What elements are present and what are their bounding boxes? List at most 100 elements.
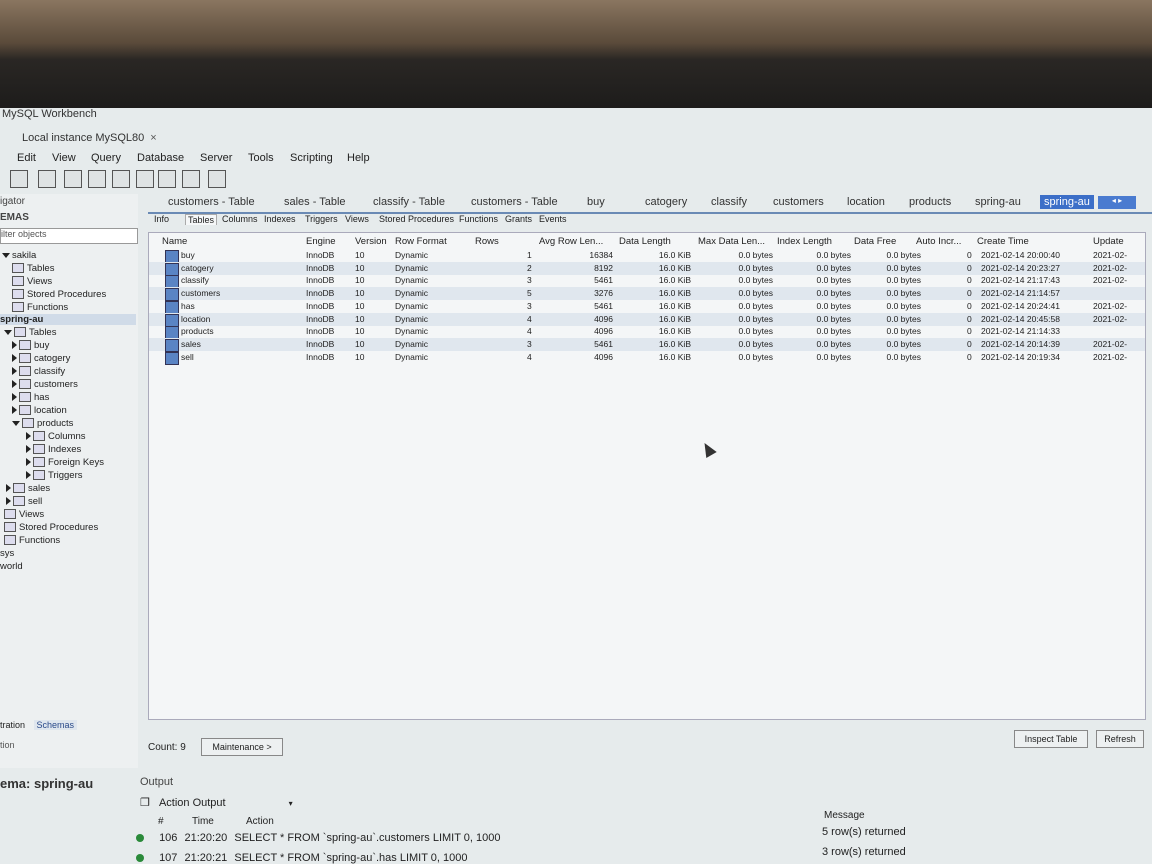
expand-arrow-icon[interactable] [26, 458, 31, 467]
tree-table-has[interactable]: has [12, 392, 49, 403]
subtab-views[interactable]: Views [345, 214, 369, 224]
menu-database[interactable]: Database [137, 152, 184, 164]
doc-tab-customers-table-2[interactable]: customers - Table [471, 196, 558, 208]
tree-table-buy[interactable]: buy [12, 340, 49, 351]
menu-server[interactable]: Server [200, 152, 232, 164]
close-icon[interactable]: × [150, 132, 156, 144]
information-tab[interactable]: tion [0, 740, 15, 750]
tree-schema-sys[interactable]: sys [0, 548, 14, 559]
tree-table-location[interactable]: location [12, 405, 67, 416]
tab-schemas[interactable]: Schemas [33, 720, 78, 730]
tree-folder-functions[interactable]: Functions [4, 535, 60, 546]
expand-arrow-icon[interactable] [12, 380, 17, 389]
tree-folder-views[interactable]: Views [12, 276, 52, 287]
action-output-selector[interactable]: ❐ Action Output ▾ [140, 796, 293, 809]
menu-scripting[interactable]: Scripting [290, 152, 333, 164]
table-row[interactable]: customers InnoDB 10 Dynamic 5 3276 16.0 KiB 0.0… [149, 287, 1145, 302]
tree-columns[interactable]: Columns [26, 431, 86, 442]
inspector-icon[interactable] [64, 170, 82, 188]
column-header[interactable]: Auto Incr... [916, 236, 961, 247]
column-header[interactable]: Row Format [395, 236, 447, 247]
create-schema-icon[interactable] [88, 170, 106, 188]
expand-arrow-icon[interactable] [12, 406, 17, 415]
collapse-arrow-icon[interactable] [4, 329, 12, 335]
table-row[interactable]: sell InnoDB 10 Dynamic 4 4096 16.0 KiB 0.0 byte… [149, 351, 1145, 365]
tree-schema-spring-au[interactable]: spring-au [0, 314, 136, 325]
doc-tab-customers-table[interactable]: customers - Table [168, 196, 255, 208]
inspect-table-button[interactable]: Inspect Table [1014, 730, 1088, 748]
doc-tab-sales-table[interactable]: sales - Table [284, 196, 346, 208]
menu-view[interactable]: View [52, 152, 76, 164]
expand-arrow-icon[interactable] [6, 484, 11, 493]
create-table-icon[interactable] [112, 170, 130, 188]
expand-arrow-icon[interactable] [12, 354, 17, 363]
tree-triggers[interactable]: Triggers [26, 470, 83, 481]
tab-administration[interactable]: tration [0, 720, 25, 730]
filter-input[interactable]: ilter objects [0, 228, 138, 244]
column-header[interactable]: Version [355, 236, 387, 247]
tree-folder-functions[interactable]: Functions [12, 302, 68, 313]
column-header[interactable]: Update [1093, 236, 1124, 247]
menu-edit[interactable]: Edit [17, 152, 36, 164]
tree-indexes[interactable]: Indexes [26, 444, 81, 455]
subtab-info[interactable]: Info [154, 214, 169, 224]
connection-tab[interactable]: Local instance MySQL80 × [22, 132, 157, 144]
subtab-functions[interactable]: Functions [459, 214, 498, 224]
expand-arrow-icon[interactable] [26, 445, 31, 454]
table-row[interactable]: location InnoDB 10 Dynamic 4 4096 16.0 KiB 0.0 … [149, 312, 1145, 327]
column-header[interactable]: Name [162, 236, 187, 247]
column-header[interactable]: Index Length [777, 236, 832, 247]
doc-tab-classify-table[interactable]: classify - Table [373, 196, 445, 208]
doc-tab-spring-au-active[interactable]: spring-au [1040, 195, 1094, 209]
tree-schema-world[interactable]: world [0, 561, 23, 572]
reconnect-icon[interactable] [208, 170, 226, 188]
expand-arrow-icon[interactable] [6, 497, 11, 506]
subtab-indexes[interactable]: Indexes [264, 214, 296, 224]
open-sql-icon[interactable] [38, 170, 56, 188]
column-header[interactable]: Max Data Len... [698, 236, 765, 247]
doc-tab-products[interactable]: products [909, 196, 951, 208]
refresh-button[interactable]: Refresh [1096, 730, 1144, 748]
create-view-icon[interactable] [136, 170, 154, 188]
tree-table-classify[interactable]: classify [12, 366, 65, 377]
tree-table-sell[interactable]: sell [6, 496, 42, 507]
maintenance-button[interactable]: Maintenance > [201, 738, 283, 756]
column-header[interactable]: Data Length [619, 236, 671, 247]
subtab-grants[interactable]: Grants [505, 214, 532, 224]
subtab-stored-procedures[interactable]: Stored Procedures [379, 214, 454, 224]
new-sql-tab-icon[interactable] [10, 170, 28, 188]
tree-table-products[interactable]: products [12, 418, 73, 429]
table-row[interactable]: classify InnoDB 10 Dynamic 3 5461 16.0 KiB 0.0 … [149, 274, 1145, 289]
column-header[interactable]: Engine [306, 236, 336, 247]
column-header[interactable]: Create Time [977, 236, 1029, 247]
tree-folder-tables[interactable]: Tables [4, 327, 56, 338]
doc-tab-location[interactable]: location [847, 196, 885, 208]
expand-arrow-icon[interactable] [26, 432, 31, 441]
tree-folder-procedures[interactable]: Stored Procedures [4, 522, 98, 533]
expand-arrow-icon[interactable] [12, 341, 17, 350]
menu-help[interactable]: Help [347, 152, 370, 164]
output-row[interactable]: 106 21:20:20 SELECT * FROM `spring-au`.c… [136, 832, 501, 844]
tab-scroll-arrows-icon[interactable]: ◂ ▸ [1098, 196, 1136, 209]
doc-tab-catogery[interactable]: catogery [645, 196, 687, 208]
expand-arrow-icon[interactable] [12, 367, 17, 376]
table-row[interactable]: has InnoDB 10 Dynamic 3 5461 16.0 KiB 0.0 bytes… [149, 300, 1145, 314]
expand-arrow-icon[interactable] [26, 471, 31, 480]
tree-foreign-keys[interactable]: Foreign Keys [26, 457, 104, 468]
tree-folder-procedures[interactable]: Stored Procedures [12, 289, 106, 300]
output-row[interactable]: 107 21:20:21 SELECT * FROM `spring-au`.h… [136, 852, 468, 864]
menu-tools[interactable]: Tools [248, 152, 274, 164]
search-table-icon[interactable] [182, 170, 200, 188]
subtab-events[interactable]: Events [539, 214, 567, 224]
collapse-arrow-icon[interactable] [2, 252, 10, 258]
column-header[interactable]: Avg Row Len... [539, 236, 603, 247]
subtab-triggers[interactable]: Triggers [305, 214, 338, 224]
menu-query[interactable]: Query [91, 152, 121, 164]
expand-arrow-icon[interactable] [12, 393, 17, 402]
doc-tab-customers[interactable]: customers [773, 196, 824, 208]
tree-table-catogery[interactable]: catogery [12, 353, 70, 364]
column-header[interactable]: Data Free [854, 236, 896, 247]
tree-table-sales[interactable]: sales [6, 483, 50, 494]
create-procedure-icon[interactable] [158, 170, 176, 188]
tree-folder-views[interactable]: Views [4, 509, 44, 520]
